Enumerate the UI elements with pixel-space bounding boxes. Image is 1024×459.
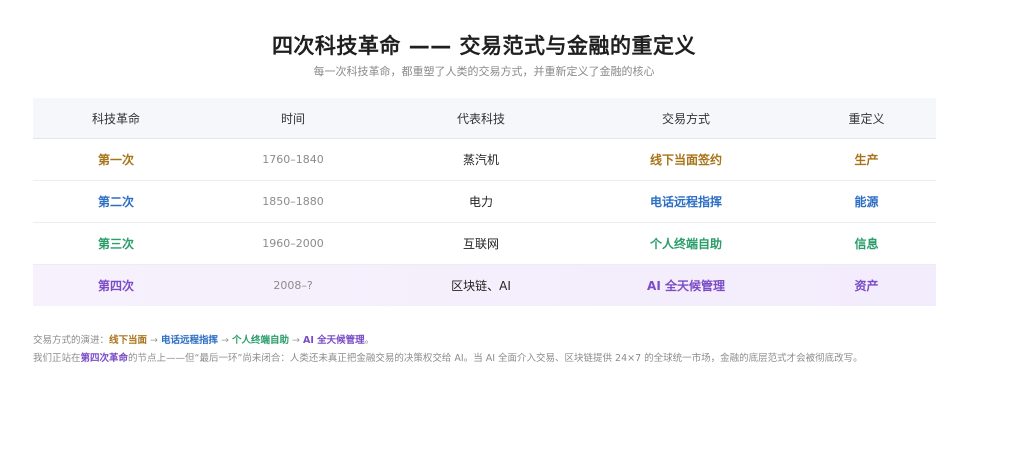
- trade-mode-cell: AI 全天候管理: [647, 279, 725, 293]
- evolution-step-2: 电话远程指挥: [161, 335, 219, 346]
- evolution-step-3: 个人终端自助: [231, 335, 289, 346]
- revolution-cell: 第四次: [97, 279, 134, 293]
- table-header-row: 科技革命 时间 代表科技 交易方式 重定义: [33, 98, 936, 139]
- column-header-trade-mode: 交易方式: [661, 111, 710, 126]
- column-header-revolution: 科技革命: [91, 111, 140, 126]
- table-row-highlighted: 第四次 2008–? 区块链、AI AI 全天候管理 资产: [33, 265, 936, 306]
- revolution-cell: 第一次: [97, 153, 134, 167]
- page-subtitle: 每一次科技革命，都重塑了人类的交易方式，并重新定义了金融的核心: [313, 65, 655, 78]
- period-cell: 2008–?: [273, 279, 313, 292]
- revolution-cell: 第三次: [97, 237, 134, 251]
- evolution-suffix: 。: [364, 335, 375, 346]
- column-header-technology: 代表科技: [456, 111, 505, 126]
- period-cell: 1850–1880: [262, 195, 324, 208]
- table-row: 第三次 1960–2000 互联网 个人终端自助 信息: [33, 223, 936, 265]
- redefined-cell: 资产: [854, 279, 879, 293]
- trade-mode-cell: 电话远程指挥: [649, 195, 722, 209]
- revolution-cell: 第二次: [97, 195, 134, 209]
- stance-rest: 的节点上——但“最后一环”尚未闭合：人类还未真正把金融交易的决策权交给 AI。当…: [128, 353, 863, 364]
- stance-highlight: 第四次革命: [80, 353, 129, 364]
- technology-cell: 电力: [468, 195, 493, 209]
- technology-cell: 蒸汽机: [462, 153, 499, 167]
- arrow-right-icon: →: [292, 335, 300, 346]
- stance-note: 我们正站在第四次革命的节点上——但“最后一环”尚未闭合：人类还未真正把金融交易的…: [33, 350, 863, 364]
- arrow-right-icon: →: [150, 335, 158, 346]
- page-title: 四次科技革命 —— 交易范式与金融的重定义: [271, 34, 697, 58]
- trade-mode-cell: 线下当面签约: [649, 153, 722, 167]
- column-header-period: 时间: [280, 111, 305, 126]
- period-cell: 1760–1840: [262, 153, 324, 166]
- evolution-note: 交易方式的演进：线下当面 → 电话远程指挥 → 个人终端自助 → AI 全天候管理。: [33, 332, 374, 346]
- table-row: 第二次 1850–1880 电力 电话远程指挥 能源: [33, 181, 936, 223]
- redefined-cell: 信息: [854, 237, 879, 251]
- stance-prefix: 我们正站在: [33, 353, 81, 364]
- column-header-redefined: 重定义: [848, 111, 885, 126]
- evolution-step-1: 线下当面: [109, 335, 148, 346]
- technology-cell: 区块链、AI: [451, 279, 511, 293]
- period-cell: 1960–2000: [262, 237, 324, 250]
- revolutions-table: 科技革命 时间 代表科技 交易方式 重定义 第一次 1760–1840 蒸汽机 …: [33, 98, 936, 306]
- technology-cell: 互联网: [462, 237, 499, 251]
- evolution-step-4: AI 全天候管理: [302, 335, 365, 346]
- evolution-prefix: 交易方式的演进：: [33, 335, 110, 346]
- table-row: 第一次 1760–1840 蒸汽机 线下当面签约 生产: [33, 139, 936, 181]
- trade-mode-cell: 个人终端自助: [649, 237, 722, 251]
- redefined-cell: 能源: [854, 195, 879, 209]
- arrow-right-icon: →: [221, 335, 229, 346]
- redefined-cell: 生产: [854, 153, 879, 167]
